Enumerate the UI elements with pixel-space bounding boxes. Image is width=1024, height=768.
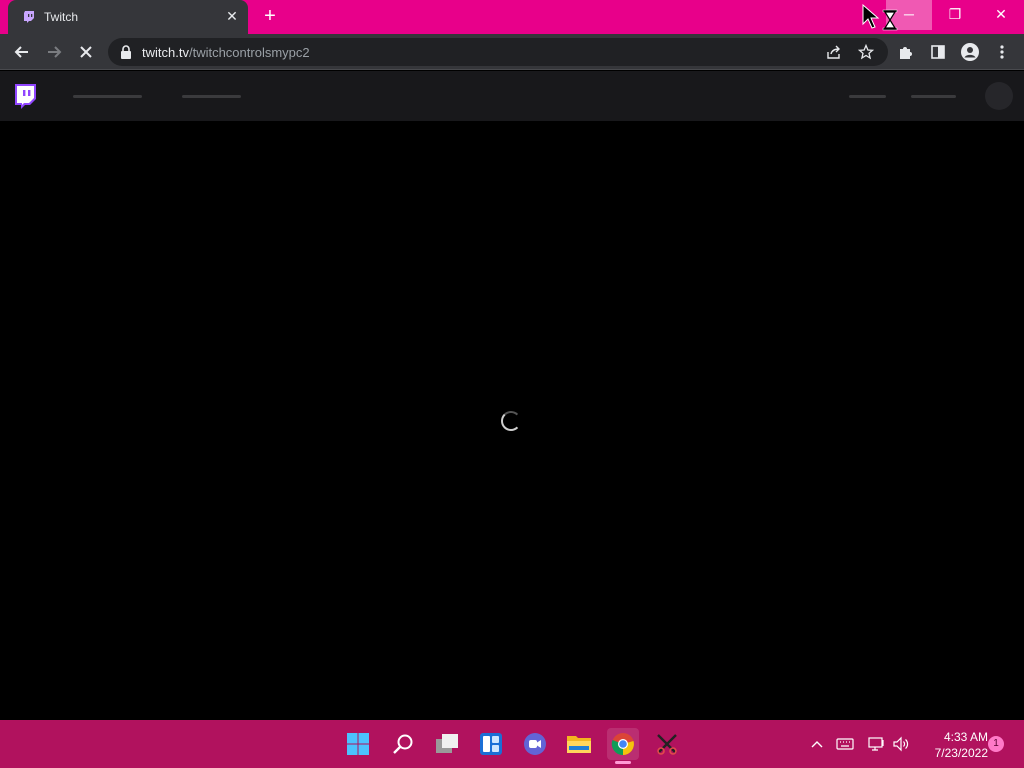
- back-button[interactable]: [9, 39, 35, 65]
- forward-button[interactable]: [41, 39, 67, 65]
- menu-button[interactable]: [989, 39, 1015, 65]
- page-content: [0, 121, 1024, 720]
- extensions-button[interactable]: [893, 39, 919, 65]
- clock-time: 4:33 AM: [943, 730, 988, 744]
- stop-loading-button[interactable]: [73, 39, 99, 65]
- file-explorer-icon: [567, 736, 591, 753]
- volume-button[interactable]: [891, 734, 911, 754]
- avatar-placeholder: [985, 82, 1013, 110]
- side-panel-button[interactable]: [925, 39, 951, 65]
- teams-chat-button[interactable]: [519, 728, 551, 760]
- network-icon: [868, 737, 884, 751]
- browser-titlebar: Twitch ✕ + ─ ❐ ✕: [0, 0, 1024, 34]
- taskbar: 4:33 AM 7/23/2022 1: [0, 720, 1024, 768]
- snipping-tool-icon: [657, 734, 677, 755]
- close-window-button[interactable]: ✕: [978, 0, 1024, 30]
- chrome-button[interactable]: [607, 728, 639, 760]
- nav-placeholder-following: [73, 95, 142, 98]
- nav-placeholder-login: [849, 95, 886, 98]
- puzzle-icon: [900, 47, 912, 59]
- active-app-indicator: [615, 761, 631, 764]
- show-hidden-icons-button[interactable]: [807, 734, 827, 754]
- chrome-icon: [611, 733, 634, 756]
- side-panel-icon: [931, 45, 945, 59]
- teams-chat-icon: [524, 733, 546, 755]
- start-button[interactable]: [342, 728, 374, 760]
- star-icon: [858, 44, 874, 60]
- browser-toolbar: twitch.tv/twitchcontrolsmypc2: [0, 34, 1024, 70]
- share-icon: [827, 45, 840, 59]
- touch-keyboard-button[interactable]: [835, 734, 855, 754]
- widgets-button[interactable]: [475, 728, 507, 760]
- nav-placeholder-signup: [911, 95, 956, 98]
- new-tab-button[interactable]: +: [258, 6, 282, 28]
- network-button[interactable]: [867, 734, 887, 754]
- volume-icon: [893, 736, 909, 752]
- profile-button[interactable]: [957, 39, 983, 65]
- url-host: twitch.tv: [142, 45, 189, 60]
- keyboard-icon: [836, 738, 854, 750]
- search-icon: [393, 734, 413, 754]
- twitch-top-nav: [0, 71, 1024, 121]
- profile-icon: [961, 43, 979, 61]
- notification-badge[interactable]: 1: [988, 736, 1004, 752]
- address-bar[interactable]: twitch.tv/twitchcontrolsmypc2: [108, 38, 888, 66]
- back-arrow-icon: [14, 46, 28, 58]
- bookmark-button[interactable]: [856, 42, 876, 62]
- forward-arrow-icon: [48, 46, 62, 58]
- stop-x-icon: [80, 46, 92, 58]
- url-path: /twitchcontrolsmypc2: [188, 45, 310, 60]
- search-button[interactable]: [387, 728, 419, 760]
- clock-date: 7/23/2022: [934, 746, 988, 760]
- loading-spinner-icon: [501, 411, 521, 431]
- chevron-up-icon: [811, 741, 823, 748]
- twitch-logo-icon[interactable]: [12, 83, 38, 111]
- twitch-favicon-icon: [24, 11, 34, 23]
- browser-tab[interactable]: Twitch ✕: [8, 0, 248, 34]
- start-icon: [347, 733, 369, 755]
- restore-button[interactable]: ❐: [932, 0, 978, 30]
- task-view-icon: [436, 734, 458, 753]
- busy-cursor-icon: [862, 4, 898, 31]
- clock[interactable]: 4:33 AM 7/23/2022: [916, 729, 988, 761]
- lock-icon: [121, 45, 131, 59]
- nav-placeholder-browse: [182, 95, 241, 98]
- url-text: twitch.tv/twitchcontrolsmypc2: [142, 45, 310, 60]
- tab-close-icon[interactable]: ✕: [224, 8, 240, 24]
- widgets-icon: [480, 733, 502, 755]
- task-view-button[interactable]: [431, 728, 463, 760]
- tab-title: Twitch: [44, 10, 79, 24]
- share-button[interactable]: [824, 42, 844, 62]
- snipping-tool-button[interactable]: [651, 728, 683, 760]
- file-explorer-button[interactable]: [563, 728, 595, 760]
- kebab-menu-icon: [1000, 45, 1004, 59]
